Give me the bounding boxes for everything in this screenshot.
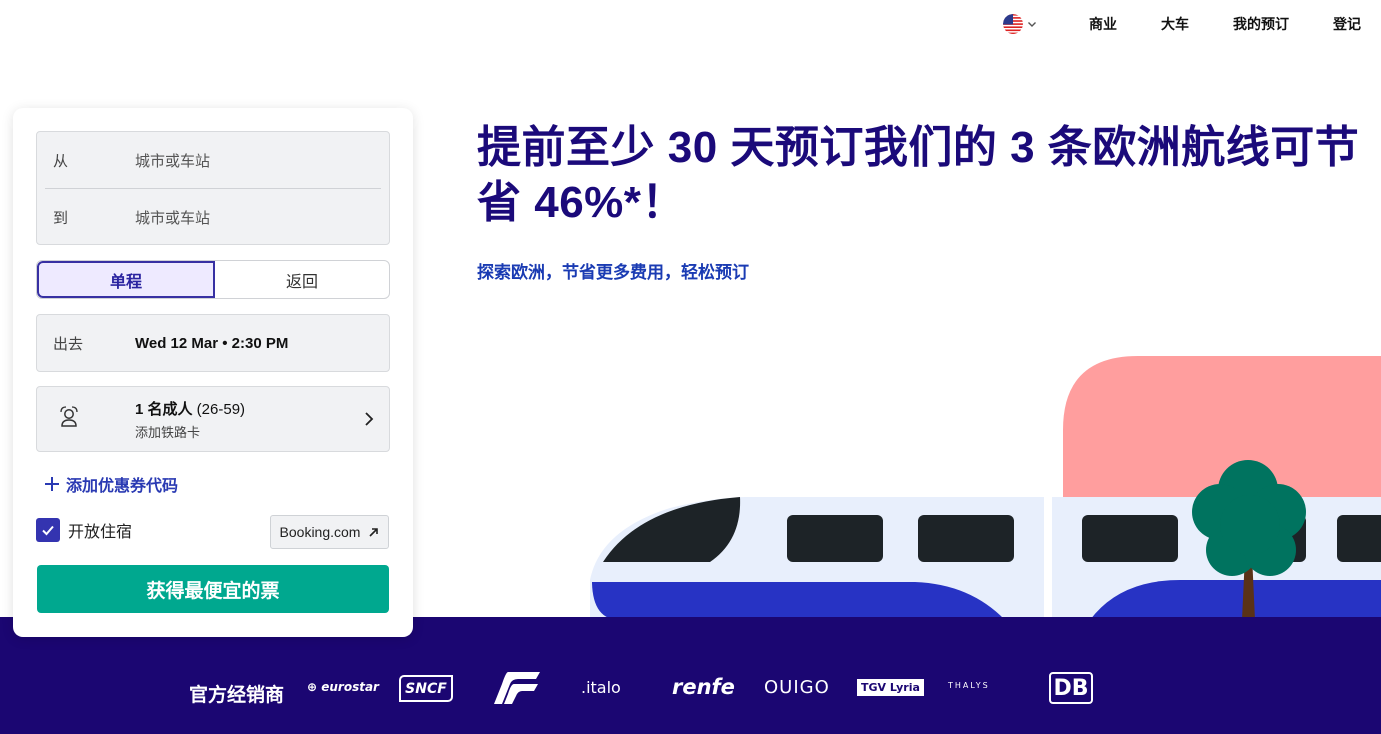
accommodation-checkbox[interactable]: 开放住宿 <box>36 518 132 542</box>
partners-label: 官方经销商 <box>189 685 285 706</box>
tgv-lyria-logo: TGV Lyria <box>857 679 924 696</box>
nav-business[interactable]: 商业 <box>1089 14 1117 34</box>
train-window <box>1082 515 1178 562</box>
plus-icon <box>45 477 59 491</box>
top-nav: 商业 大车 我的预订 登记 <box>1003 0 1381 48</box>
booking-label: Booking.com <box>279 524 361 540</box>
one-way-option[interactable]: 单程 <box>37 261 215 298</box>
train-illustration <box>590 356 1381 620</box>
language-selector[interactable] <box>1003 14 1037 34</box>
departure-value: Wed 12 Mar • 2:30 PM <box>135 334 289 352</box>
origin-placeholder: 城市或车站 <box>135 152 211 170</box>
ouigo-logo: OUIGO <box>764 677 830 698</box>
destination-label: 到 <box>53 209 69 227</box>
external-link-icon <box>369 527 379 537</box>
promo-label: 添加优惠券代码 <box>66 478 179 495</box>
origin-destination-group: 从 城市或车站 到 城市或车站 <box>36 131 390 245</box>
nav-my-bookings[interactable]: 我的预订 <box>1233 14 1289 34</box>
train-window <box>918 515 1014 562</box>
chevron-right-icon <box>365 412 374 426</box>
renfe-logo: renfe <box>672 675 735 699</box>
passenger-icon <box>60 405 78 427</box>
page: 商业 大车 我的预订 登记 提前至少 30 天预订我们的 3 条欧洲航线可节省 … <box>0 0 1381 734</box>
hero-title: 提前至少 30 天预订我们的 3 条欧洲航线可节省 46%*！ <box>477 123 1360 227</box>
italo-logo: .italo <box>581 678 621 697</box>
departure-field[interactable]: 出去 Wed 12 Mar • 2:30 PM <box>36 314 390 372</box>
us-flag-icon <box>1003 14 1023 34</box>
trenitalia-icon <box>494 672 540 704</box>
destination-field[interactable]: 到 城市或车站 <box>37 189 389 245</box>
railcard-link: 添加铁路卡 <box>135 424 201 440</box>
origin-label: 从 <box>53 152 69 170</box>
checkbox-checked-icon <box>36 518 60 542</box>
booking-com-link[interactable]: Booking.com <box>270 515 389 549</box>
passenger-age-range: (26-59) <box>192 400 246 418</box>
train-window <box>1337 515 1381 562</box>
trip-type-toggle: 单程 返回 <box>36 260 390 299</box>
train-windshield <box>603 497 741 562</box>
departure-label: 出去 <box>53 335 84 353</box>
get-cheapest-tickets-button[interactable]: 获得最便宜的票 <box>37 565 389 613</box>
accommodation-label: 开放住宿 <box>68 524 133 541</box>
thalys-logo: THALYS <box>948 681 990 690</box>
nav-sign-in[interactable]: 登记 <box>1333 14 1361 34</box>
chevron-down-icon <box>1028 22 1036 27</box>
hero-subtitle: 探索欧洲，节省更多费用，轻松预订 <box>477 263 749 282</box>
origin-field[interactable]: 从 城市或车站 <box>37 132 389 188</box>
nav-coach[interactable]: 大车 <box>1161 14 1189 34</box>
search-card: 从 城市或车站 到 城市或车站 单程 返回 出去 Wed 12 Mar • 2:… <box>13 108 413 637</box>
train-window <box>787 515 883 562</box>
destination-placeholder: 城市或车站 <box>135 209 211 227</box>
add-promo-code-link[interactable]: 添加优惠券代码 <box>44 472 178 496</box>
passenger-count: 1 名成人 <box>135 400 193 418</box>
db-logo: DB <box>1049 672 1093 704</box>
sncf-logo: SNCF <box>399 675 453 702</box>
passengers-field[interactable]: 1 名成人 (26-59) 添加铁路卡 <box>36 386 390 452</box>
eurostar-logo: ⊕ eurostar <box>307 680 379 694</box>
return-option[interactable]: 返回 <box>215 261 389 298</box>
train-stripe-front <box>592 582 1005 620</box>
